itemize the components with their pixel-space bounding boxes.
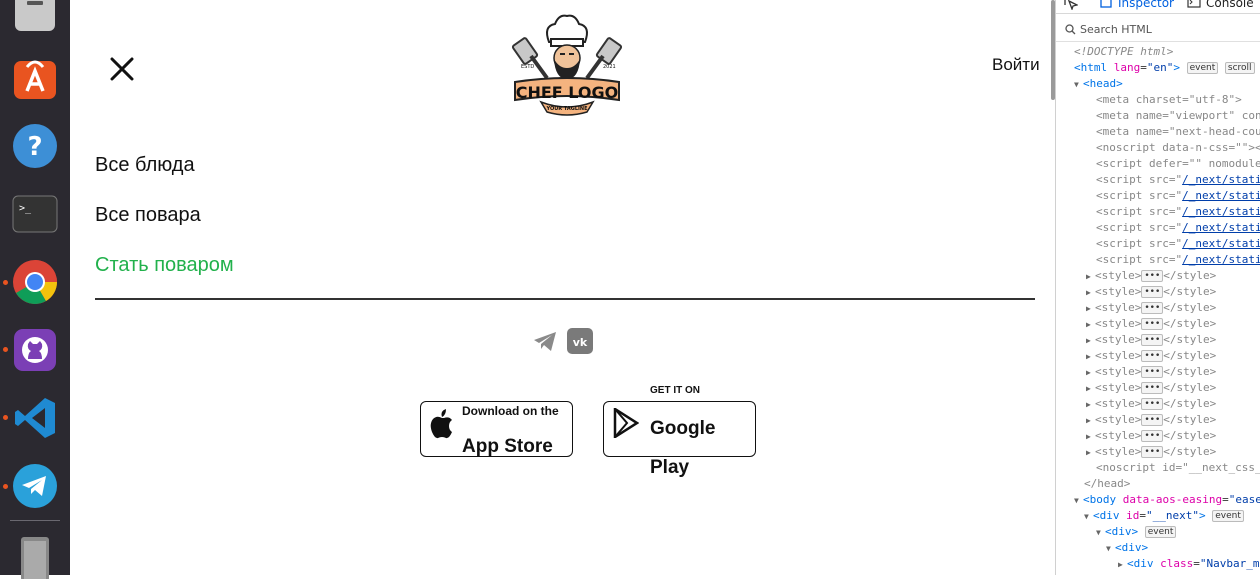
files-app-icon[interactable] <box>12 0 58 34</box>
tree-row[interactable]: <script src="/_next/stati <box>1096 252 1260 268</box>
tree-row[interactable]: <meta name="viewport" con <box>1096 108 1260 124</box>
tree-row[interactable]: <script src="/_next/stati <box>1096 204 1260 220</box>
pick-element-icon[interactable] <box>1064 0 1078 10</box>
devtools-panel: Inspector Console Search HTML <!DOCTYPE … <box>1055 0 1260 575</box>
svg-text:>_: >_ <box>19 203 32 214</box>
tree-row[interactable]: <noscript id="__next_css_ <box>1096 460 1260 476</box>
tree-row[interactable]: <script defer="" nomodule <box>1096 156 1260 172</box>
tree-row[interactable]: ▶ <style> ••• </style> <box>1086 332 1216 348</box>
nav-all-dishes[interactable]: Все блюда <box>95 154 195 177</box>
app-store-button[interactable]: Download on the App Store <box>420 401 573 457</box>
logo-tagline: YOUR TAGLINE <box>546 106 589 112</box>
tree-row[interactable]: ▶ <style> ••• </style> <box>1086 284 1216 300</box>
devtools-tabbar: Inspector Console <box>1056 0 1260 14</box>
search-html-placeholder: Search HTML <box>1080 23 1152 36</box>
chef-logo[interactable]: CHEF LOGO YOUR TAGLINE ESTD 2021 <box>507 12 627 118</box>
apple-icon <box>430 409 452 439</box>
google-play-big-text-1: Google <box>650 418 716 439</box>
web-page: CHEF LOGO YOUR TAGLINE ESTD 2021 Войти В… <box>70 0 1055 575</box>
tree-row[interactable]: <script src="/_next/stati <box>1096 188 1260 204</box>
logo-estd: ESTD <box>521 64 534 70</box>
running-indicator <box>3 280 8 285</box>
tree-row[interactable]: ▼ <head> <box>1074 76 1123 92</box>
devtools-search[interactable]: Search HTML <box>1056 18 1260 42</box>
search-icon <box>1065 24 1076 35</box>
app-store-small-text: Download on the <box>462 404 559 418</box>
vk-link[interactable]: vk <box>567 328 593 354</box>
telegram-icon[interactable] <box>12 463 58 509</box>
tree-row[interactable]: ▶ <style> ••• </style> <box>1086 348 1216 364</box>
running-indicator <box>3 484 8 489</box>
tree-row[interactable]: <meta name="next-head-cou <box>1096 124 1260 140</box>
svg-text:?: ? <box>27 132 42 162</box>
app-store-big-text: App Store <box>462 436 553 457</box>
tree-row[interactable]: ▶ <style> ••• </style> <box>1086 396 1216 412</box>
telegram-icon <box>534 332 556 351</box>
google-play-small-text: GET IT ON <box>650 385 700 396</box>
svg-text:vk: vk <box>573 336 588 349</box>
running-indicator <box>3 347 8 352</box>
console-icon <box>1187 0 1201 8</box>
dock-separator <box>10 520 60 521</box>
tree-row[interactable]: ▼ <body data-aos-easing="ease <box>1074 492 1260 508</box>
tree-row[interactable]: ▶ <style> ••• </style> <box>1086 268 1216 284</box>
google-play-big-text-2: Play <box>650 457 690 478</box>
tab-console[interactable]: Console <box>1206 0 1254 10</box>
tree-row[interactable]: ▶ <div class="Navbar_m <box>1118 556 1259 572</box>
running-indicator <box>3 415 8 420</box>
tree-row[interactable]: ▶ <style> ••• </style> <box>1086 412 1216 428</box>
tree-row[interactable]: ▶ <style> ••• </style> <box>1086 364 1216 380</box>
terminal-icon[interactable]: >_ <box>12 191 58 237</box>
logo-title: CHEF LOGO <box>516 83 619 102</box>
close-menu-button[interactable] <box>108 55 136 83</box>
nav-all-chefs[interactable]: Все повара <box>95 204 201 227</box>
close-icon <box>110 57 134 81</box>
tree-row[interactable]: <noscript data-n-css="">< <box>1096 140 1260 156</box>
ubuntu-software-icon[interactable] <box>12 55 58 101</box>
nav-become-chef[interactable]: Стать поваром <box>95 254 234 277</box>
tree-row[interactable]: ▶ <style> ••• </style> <box>1086 300 1216 316</box>
google-play-button[interactable]: Google <box>603 401 756 457</box>
tree-row[interactable]: ▼ <div> <box>1106 540 1148 556</box>
tree-row[interactable]: <html lang="en"> event scroll <box>1074 60 1255 76</box>
tree-row[interactable]: ▶ <style> ••• </style> <box>1086 380 1216 396</box>
tree-row[interactable]: ▼ <div> event <box>1096 524 1177 540</box>
google-play-icon <box>613 408 639 438</box>
tree-row[interactable]: ▶ <style> ••• </style> <box>1086 316 1216 332</box>
github-desktop-icon[interactable] <box>12 327 58 373</box>
vk-icon: vk <box>567 328 593 354</box>
tree-row[interactable]: <script src="/_next/stati <box>1096 220 1260 236</box>
login-link[interactable]: Войти <box>992 55 1040 75</box>
help-icon[interactable]: ? <box>12 123 58 169</box>
tree-row[interactable]: ▼ <div id="__next"> event <box>1084 508 1244 524</box>
chrome-icon[interactable] <box>12 259 58 305</box>
logo-year: 2021 <box>603 64 616 70</box>
telegram-link[interactable] <box>532 328 558 354</box>
ubuntu-dock: ? >_ <box>0 0 70 579</box>
tree-row[interactable]: </head> <box>1084 476 1130 492</box>
tree-row[interactable]: <script src="/_next/stati <box>1096 172 1260 188</box>
trash-icon[interactable] <box>12 533 58 579</box>
tree-row[interactable]: ▶ <style> ••• </style> <box>1086 428 1216 444</box>
tree-row[interactable]: <meta charset="utf-8"> <box>1096 92 1242 108</box>
tree-row[interactable]: <!DOCTYPE html> <box>1074 44 1173 60</box>
inspector-icon <box>1100 0 1112 8</box>
tree-row[interactable]: ▶ <style> ••• </style> <box>1086 444 1216 460</box>
tab-inspector[interactable]: Inspector <box>1118 0 1174 10</box>
tree-row[interactable]: <script src="/_next/stati <box>1096 236 1260 252</box>
vscode-icon[interactable] <box>12 395 58 441</box>
menu-divider <box>95 298 1035 300</box>
